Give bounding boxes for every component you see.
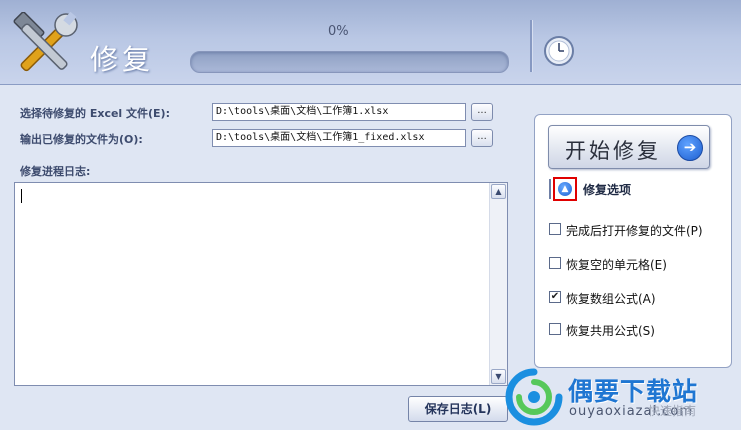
log-textarea[interactable]: ▲ ▼ (14, 182, 508, 386)
options-title: 修复选项 (583, 183, 632, 197)
clock-icon (544, 36, 574, 66)
wrench-hammer-icon (13, 12, 78, 72)
options-header: ▲ 修复选项 (549, 177, 719, 201)
text-caret (21, 189, 22, 203)
option-label: 完成后打开修复的文件(P) (566, 224, 703, 238)
progress-bar (190, 51, 509, 73)
option-label: 恢复空的单元格(E) (566, 258, 667, 272)
progress-percent: 0% (328, 24, 349, 39)
browse-output-button[interactable]: ... (471, 129, 493, 147)
repair-options-panel: 开始修复 ➔ ▲ 修复选项 完成后打开修复的文件(P) 恢复空的单元格(E) ✔… (534, 114, 732, 368)
option-checkbox[interactable]: ✔ (549, 291, 561, 303)
options-collapse-toggle[interactable]: ▲ (553, 177, 577, 201)
output-file-label: 输出已修复的文件为(O): (20, 133, 143, 146)
page-title: 修复 (90, 43, 155, 76)
option-restore-shared-formulas[interactable]: 恢复共用公式(S) (549, 321, 729, 339)
option-restore-array-formulas[interactable]: ✔ 恢复数组公式(A) (549, 289, 729, 307)
start-repair-label: 开始修复 (565, 139, 661, 163)
start-repair-button[interactable]: 开始修复 ➔ (548, 125, 710, 169)
header-divider (530, 20, 533, 72)
header-banner: 修复 0% (0, 0, 741, 85)
input-file-label: 选择待修复的 Excel 文件(E): (20, 107, 170, 120)
option-checkbox[interactable] (549, 223, 561, 235)
option-checkbox[interactable] (549, 323, 561, 335)
input-file-field[interactable]: D:\tools\桌面\文档\工作簿1.xlsx (212, 103, 466, 121)
quick-guide-link[interactable]: 快速指南 (648, 402, 696, 419)
output-file-field[interactable]: D:\tools\桌面\文档\工作簿1_fixed.xlsx (212, 129, 466, 147)
scroll-down-arrow-icon[interactable]: ▼ (491, 369, 506, 384)
log-label: 修复进程日志: (20, 165, 91, 178)
option-label: 恢复数组公式(A) (566, 292, 656, 306)
options-divider (549, 179, 551, 199)
option-label: 恢复共用公式(S) (566, 324, 655, 338)
option-restore-empty-cells[interactable]: 恢复空的单元格(E) (549, 255, 729, 273)
arrow-right-circle-icon: ➔ (677, 135, 703, 161)
browse-input-button[interactable]: ... (471, 103, 493, 121)
arrow-up-circle-icon: ▲ (558, 182, 572, 196)
option-checkbox[interactable] (549, 257, 561, 269)
option-open-after-repair[interactable]: 完成后打开修复的文件(P) (549, 221, 729, 239)
watermark-logo-icon (505, 368, 563, 426)
log-scrollbar[interactable]: ▲ ▼ (489, 183, 507, 385)
scroll-up-arrow-icon[interactable]: ▲ (491, 184, 506, 199)
save-log-button[interactable]: 保存日志(L) (408, 396, 508, 422)
